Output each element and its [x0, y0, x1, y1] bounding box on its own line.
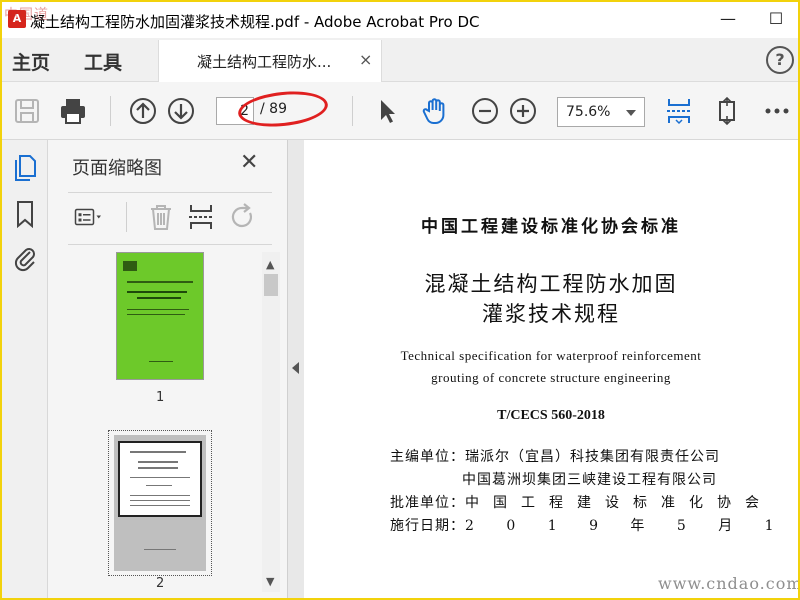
collapse-arrow-icon[interactable] [292, 362, 299, 374]
effective-date-row: 施行日期：2 0 1 9 年 5 月 1 日 [390, 515, 798, 535]
extract-pages-icon[interactable] [186, 202, 216, 232]
english-title-line2: grouting of concrete structure engineeri… [431, 370, 671, 385]
chevron-down-icon [626, 110, 636, 116]
pages-icon[interactable] [12, 154, 38, 182]
window-title: 凝土结构工程防水加固灌浆技术规程.pdf - Adobe Acrobat Pro… [30, 13, 480, 31]
editor-row: 主编单位：瑞派尔（宜昌）科技集团有限责任公司 [390, 446, 720, 466]
title-bar: A 中国道 凝土结构工程防水加固灌浆技术规程.pdf - Adobe Acrob… [2, 2, 798, 38]
thumb-text-line [146, 485, 172, 486]
thumb-text-line [130, 477, 190, 478]
rotate-view-icon[interactable] [712, 96, 742, 126]
logo-mark [123, 261, 137, 271]
date-value: 2 0 1 9 年 5 月 1 日 [465, 518, 798, 534]
thumb-title-box [118, 441, 202, 517]
panel-title: 页面缩略图 [72, 158, 162, 179]
date-label: 施行日期： [390, 518, 465, 534]
thumb-text-line [127, 281, 193, 283]
thumb-text-line [138, 467, 178, 469]
panel-collapse-bar[interactable] [288, 140, 304, 598]
thumbnail-page-number: 1 [156, 390, 165, 405]
zoom-level-select[interactable]: 75.6% [557, 97, 645, 127]
page-thumbnail-selected[interactable] [108, 430, 212, 576]
trash-icon[interactable] [146, 202, 176, 232]
thumb-text-line [149, 361, 173, 362]
thumb-text-line [144, 549, 176, 550]
thumb-text-line [127, 314, 185, 315]
editor-secondary: 中国葛洲坝集团三峡建设工程有限公司 [462, 472, 717, 488]
zoom-in-icon[interactable] [508, 96, 538, 126]
thumb-text-line [137, 297, 181, 299]
approver-row: 批准单位：中国工程建设标准化协会 [390, 492, 773, 512]
standard-code: T/CECS 560-2018 [497, 408, 605, 423]
thumb-text-line [127, 309, 189, 310]
panel-divider [68, 244, 272, 245]
thumb-text-line [130, 500, 190, 501]
zoom-out-icon[interactable] [470, 96, 500, 126]
thumbnail-options-icon[interactable] [74, 202, 104, 232]
document-title-line1: 混凝土结构工程防水加固 [424, 272, 678, 296]
english-title-line1: Technical specification for waterproof r… [400, 348, 702, 363]
scroll-up-icon[interactable]: ▲ [266, 258, 274, 271]
toolbar-separator [110, 96, 111, 126]
main-toolbar: 2 / 89 75.6% [2, 82, 798, 140]
approver-value: 中国工程建设标准化协会 [465, 495, 773, 511]
toolbar-separator [126, 202, 127, 232]
approver-label: 批准单位： [390, 495, 465, 511]
acrobat-window: A 中国道 凝土结构工程防水加固灌浆技术规程.pdf - Adobe Acrob… [0, 0, 800, 600]
bookmark-icon[interactable] [12, 200, 38, 228]
editor-label: 主编单位： [390, 449, 465, 465]
tab-bar: 主页 工具 凝土结构工程防水... × ? [2, 38, 798, 82]
scroll-down-icon[interactable]: ▼ [266, 575, 274, 588]
site-watermark: www.cndao.com [658, 574, 800, 593]
tab-tools[interactable]: 工具 [84, 48, 122, 75]
page-thumbnails-panel: 页面缩略图 ✕ 1 2 ▲ ▼ [48, 140, 288, 598]
page-thumbnail-image [114, 435, 206, 571]
save-icon[interactable] [12, 96, 42, 126]
previous-page-icon[interactable] [128, 96, 158, 126]
thumbnail-scrollbar[interactable]: ▲ ▼ [262, 252, 280, 592]
next-page-icon[interactable] [166, 96, 196, 126]
scrollbar-thumb[interactable] [264, 274, 278, 296]
thumb-text-line [130, 495, 190, 496]
pdf-page: 中国工程建设标准化协会标准 混凝土结构工程防水加固 灌浆技术规程 Technic… [304, 140, 798, 598]
more-options-icon[interactable] [762, 96, 792, 126]
rotate-icon[interactable] [228, 202, 258, 232]
help-button[interactable]: ? [766, 46, 794, 74]
print-icon[interactable] [58, 96, 88, 126]
fit-page-icon[interactable] [664, 96, 694, 126]
thumbnail-page-number: 2 [156, 576, 165, 591]
navigation-rail [2, 140, 48, 598]
thumb-text-line [138, 461, 178, 463]
page-thumbnail[interactable] [116, 252, 204, 380]
tab-home[interactable]: 主页 [12, 48, 50, 75]
select-cursor-icon[interactable] [372, 96, 402, 126]
document-tab-label: 凝土结构工程防水... [197, 53, 332, 71]
standard-organization: 中国工程建设标准化协会标准 [421, 217, 681, 237]
tab-document[interactable]: 凝土结构工程防水... × [158, 40, 382, 82]
document-view[interactable]: 中国工程建设标准化协会标准 混凝土结构工程防水加固 灌浆技术规程 Technic… [304, 140, 798, 598]
maximize-button[interactable]: ☐ [754, 4, 798, 34]
document-title-line2: 灌浆技术规程 [482, 302, 620, 326]
minimize-button[interactable]: — [706, 4, 750, 34]
panel-divider [68, 192, 272, 193]
close-tab-button[interactable]: × [359, 50, 372, 69]
attachment-icon[interactable] [12, 244, 38, 272]
close-panel-button[interactable]: ✕ [240, 150, 258, 175]
thumb-text-line [127, 291, 187, 293]
thumb-text-line [130, 451, 186, 453]
thumb-text-line [130, 505, 190, 506]
zoom-level-value: 75.6% [566, 104, 611, 120]
toolbar-separator [352, 96, 353, 126]
hand-tool-icon[interactable] [420, 96, 450, 126]
editor-primary: 瑞派尔（宜昌）科技集团有限责任公司 [465, 449, 720, 465]
